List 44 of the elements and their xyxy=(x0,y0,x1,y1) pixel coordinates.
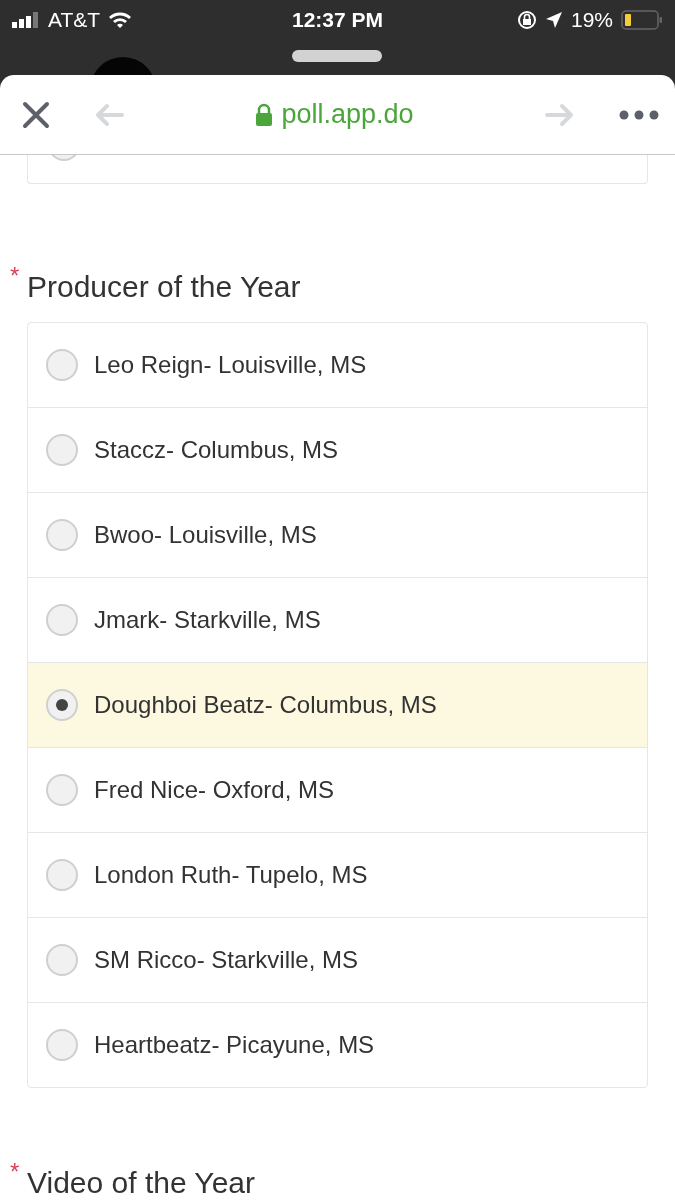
option-label: SM Ricco- Starkville, MS xyxy=(94,946,359,974)
lock-icon xyxy=(255,102,274,127)
option-label: Leo Reign- Louisville, MS xyxy=(94,351,367,379)
close-icon[interactable] xyxy=(22,100,50,129)
radio-button[interactable] xyxy=(46,604,78,636)
signal-icon xyxy=(12,12,40,28)
location-arrow-icon xyxy=(545,11,563,29)
radio-button[interactable] xyxy=(46,774,78,806)
sheet-grabber[interactable] xyxy=(292,50,382,62)
radio-option[interactable]: Heartbeatz- Picayune, MS xyxy=(28,1002,647,1087)
radio-option[interactable]: Doughboi Beatz- Columbus, MS xyxy=(28,662,647,747)
option-label: Jmark- Starkville, MS xyxy=(94,606,321,634)
question-title: Producer of the Year xyxy=(27,270,301,304)
clock-time: 12:37 PM xyxy=(292,8,384,32)
option-label: Bwoo- Louisville, MS xyxy=(94,521,317,549)
question-title: Video of the Year xyxy=(27,1166,255,1200)
option-label: Doughboi Beatz- Columbus, MS xyxy=(94,691,437,719)
radio-button[interactable] xyxy=(46,859,78,891)
back-arrow-icon[interactable] xyxy=(94,102,124,127)
carrier-name: AT&T xyxy=(48,8,101,32)
radio-button[interactable] xyxy=(46,519,78,551)
wifi-icon xyxy=(108,11,133,29)
radio-option[interactable]: Leo Reign- Louisville, MS xyxy=(28,323,647,407)
battery-icon xyxy=(621,10,663,30)
option-label: London Ruth- Tupelo, MS xyxy=(94,861,368,889)
radio-button[interactable] xyxy=(46,1029,78,1061)
radio-option[interactable]: SM Ricco- Starkville, MS xyxy=(28,917,647,1002)
radio-option[interactable]: Bwoo- Louisville, MS xyxy=(28,492,647,577)
rotation-lock-icon xyxy=(517,10,537,30)
radio-option[interactable]: Fred Nice- Oxford, MS xyxy=(28,747,647,832)
radio-button[interactable] xyxy=(46,689,78,721)
more-icon[interactable] xyxy=(619,109,659,120)
option-label: Fred Nice- Oxford, MS xyxy=(94,776,335,804)
radio-button[interactable] xyxy=(46,434,78,466)
battery-percent: 19% xyxy=(571,8,613,32)
radio-button[interactable] xyxy=(46,349,78,381)
radio-option[interactable]: Staccz- Columbus, MS xyxy=(28,407,647,492)
radio-option[interactable]: London Ruth- Tupelo, MS xyxy=(28,832,647,917)
required-asterisk: * xyxy=(10,264,21,288)
forward-arrow-icon[interactable] xyxy=(545,102,575,127)
option-label: Heartbeatz- Picayune, MS xyxy=(94,1031,375,1059)
required-asterisk: * xyxy=(10,1160,21,1184)
radio-button[interactable] xyxy=(46,944,78,976)
option-label: Staccz- Columbus, MS xyxy=(94,436,339,464)
